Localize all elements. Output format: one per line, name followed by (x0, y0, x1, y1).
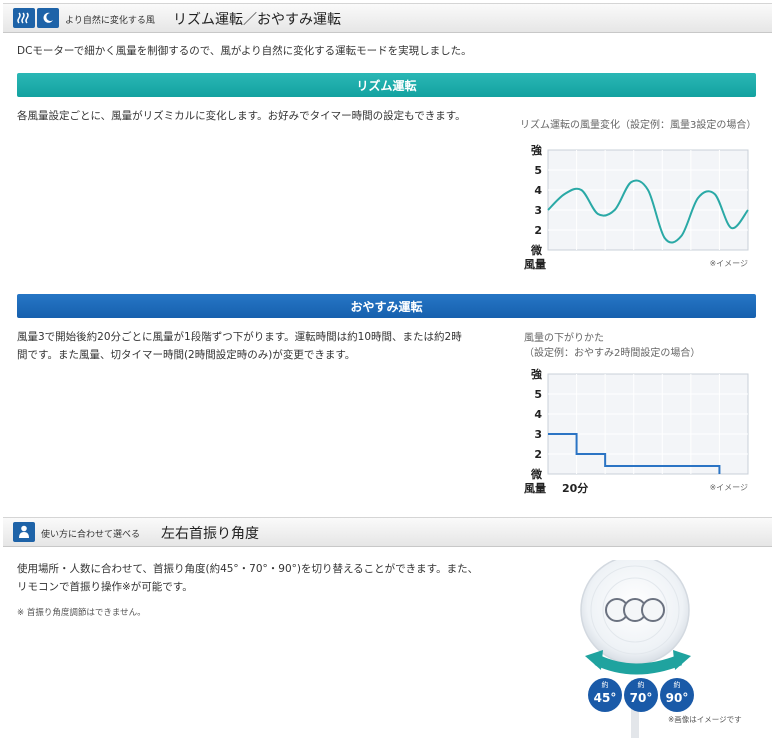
rhythm-mode-bar: リズム運転 (17, 73, 756, 97)
chart-image-note: ※イメージ (709, 483, 748, 492)
chart-y-axis-label: 風量 (524, 482, 546, 495)
sleep-chart: 微 2 3 4 5 強風量 ※イメージ 20分 (524, 367, 749, 495)
intro-text: DCモーターで細かく風量を制御するので、風がより自然に変化する運転モードを実現し… (17, 45, 472, 57)
section-title: リズム運転／おやすみ運転 (173, 12, 341, 28)
chart-y-tick-label: 微 (530, 467, 543, 481)
chart-y-axis-label: 風量 (524, 258, 546, 271)
chart-y-tick-label: 微 (530, 243, 543, 257)
oscillation-description-line2: リモコンで首振り操作※が可能です。 (17, 581, 193, 593)
chart-y-tick-label: 2 (534, 448, 542, 461)
rhythm-chart-caption: リズム運転の風量変化（設定例：風量3設定の場合） (520, 120, 757, 131)
angle-badge-prefix: 約 (673, 681, 681, 689)
sleep-description-line2: 間です。また風量、切タイマー時間(2時間設定時のみ)が変更できます。 (17, 349, 356, 361)
section-header-oscillation: 使い方に合わせて選べる 左右首振り角度 (3, 517, 772, 547)
sleep-mode-bar: おやすみ運転 (17, 294, 756, 318)
chart-y-tick-label: 4 (534, 408, 542, 421)
sleep-chart-caption-line1: 風量の下がりかた (524, 333, 604, 344)
angle-badge: 約 45° (588, 678, 622, 712)
angle-badge: 約 90° (660, 678, 694, 712)
chart-y-tick-label: 2 (534, 224, 542, 237)
person-icon (13, 522, 35, 542)
rhythm-description: 各風量設定ごとに、風量がリズミカルに変化します。お好みでタイマー時間の設定もでき… (17, 110, 466, 122)
sleep-description: 風量3で開始後約20分ごとに風量が1段階ずつ下がります。運転時間は約10時間、ま… (17, 328, 462, 364)
oscillation-description-line1: 使用場所・人数に合わせて、首振り角度(約45°・70°・90°)を切り替えること… (17, 563, 479, 575)
section-title: 左右首振り角度 (161, 526, 259, 542)
section-header-rhythm: より自然に変化する風 リズム運転／おやすみ運転 (3, 3, 772, 33)
oscillation-description: 使用場所・人数に合わせて、首振り角度(約45°・70°・90°)を切り替えること… (17, 560, 478, 596)
chart-y-tick-label: 4 (534, 184, 542, 197)
chart-y-tick-label: 強 (531, 143, 542, 157)
chart-y-tick-label: 3 (534, 204, 542, 217)
angle-badges: 約 45° 約 70° 約 90° (588, 678, 698, 714)
chart-y-tick-label: 3 (534, 428, 542, 441)
chart-y-tick-label: 5 (534, 388, 542, 401)
moon-icon (37, 8, 59, 28)
oscillation-footnote: ※ 首振り角度調節はできません。 (17, 608, 146, 618)
chart-x-axis-label: 20分 (562, 481, 588, 495)
arrow-left-icon (585, 650, 603, 670)
angle-badge: 約 70° (624, 678, 658, 712)
angle-badge-value: 70° (629, 691, 653, 705)
angle-badge-prefix: 約 (601, 681, 609, 689)
section-subtitle: 使い方に合わせて選べる (41, 530, 141, 540)
section-subtitle: より自然に変化する風 (65, 16, 155, 26)
angle-badge-prefix: 約 (637, 681, 645, 689)
angle-badge-value: 45° (593, 691, 617, 705)
rhythm-chart: 微 2 3 4 5 強風量 ※イメージ (524, 143, 749, 271)
chart-image-note: ※イメージ (709, 259, 748, 268)
sleep-description-line1: 風量3で開始後約20分ごとに風量が1段階ずつ下がります。運転時間は約10時間、ま… (17, 331, 462, 343)
chart-y-tick-label: 強 (531, 367, 542, 381)
fan-image-note: ※画像はイメージです (668, 715, 742, 724)
chart-plot-area (547, 373, 749, 475)
sleep-chart-caption: 風量の下がりかた （設定例：おやすみ2時間設定の場合） (524, 331, 700, 361)
wind-icon (13, 8, 35, 28)
fan-head-buttons (605, 598, 665, 622)
sleep-chart-caption-line2: （設定例：おやすみ2時間設定の場合） (524, 348, 701, 359)
arrow-right-icon (673, 650, 691, 670)
angle-badge-value: 90° (665, 691, 689, 705)
chart-y-tick-label: 5 (534, 164, 542, 177)
